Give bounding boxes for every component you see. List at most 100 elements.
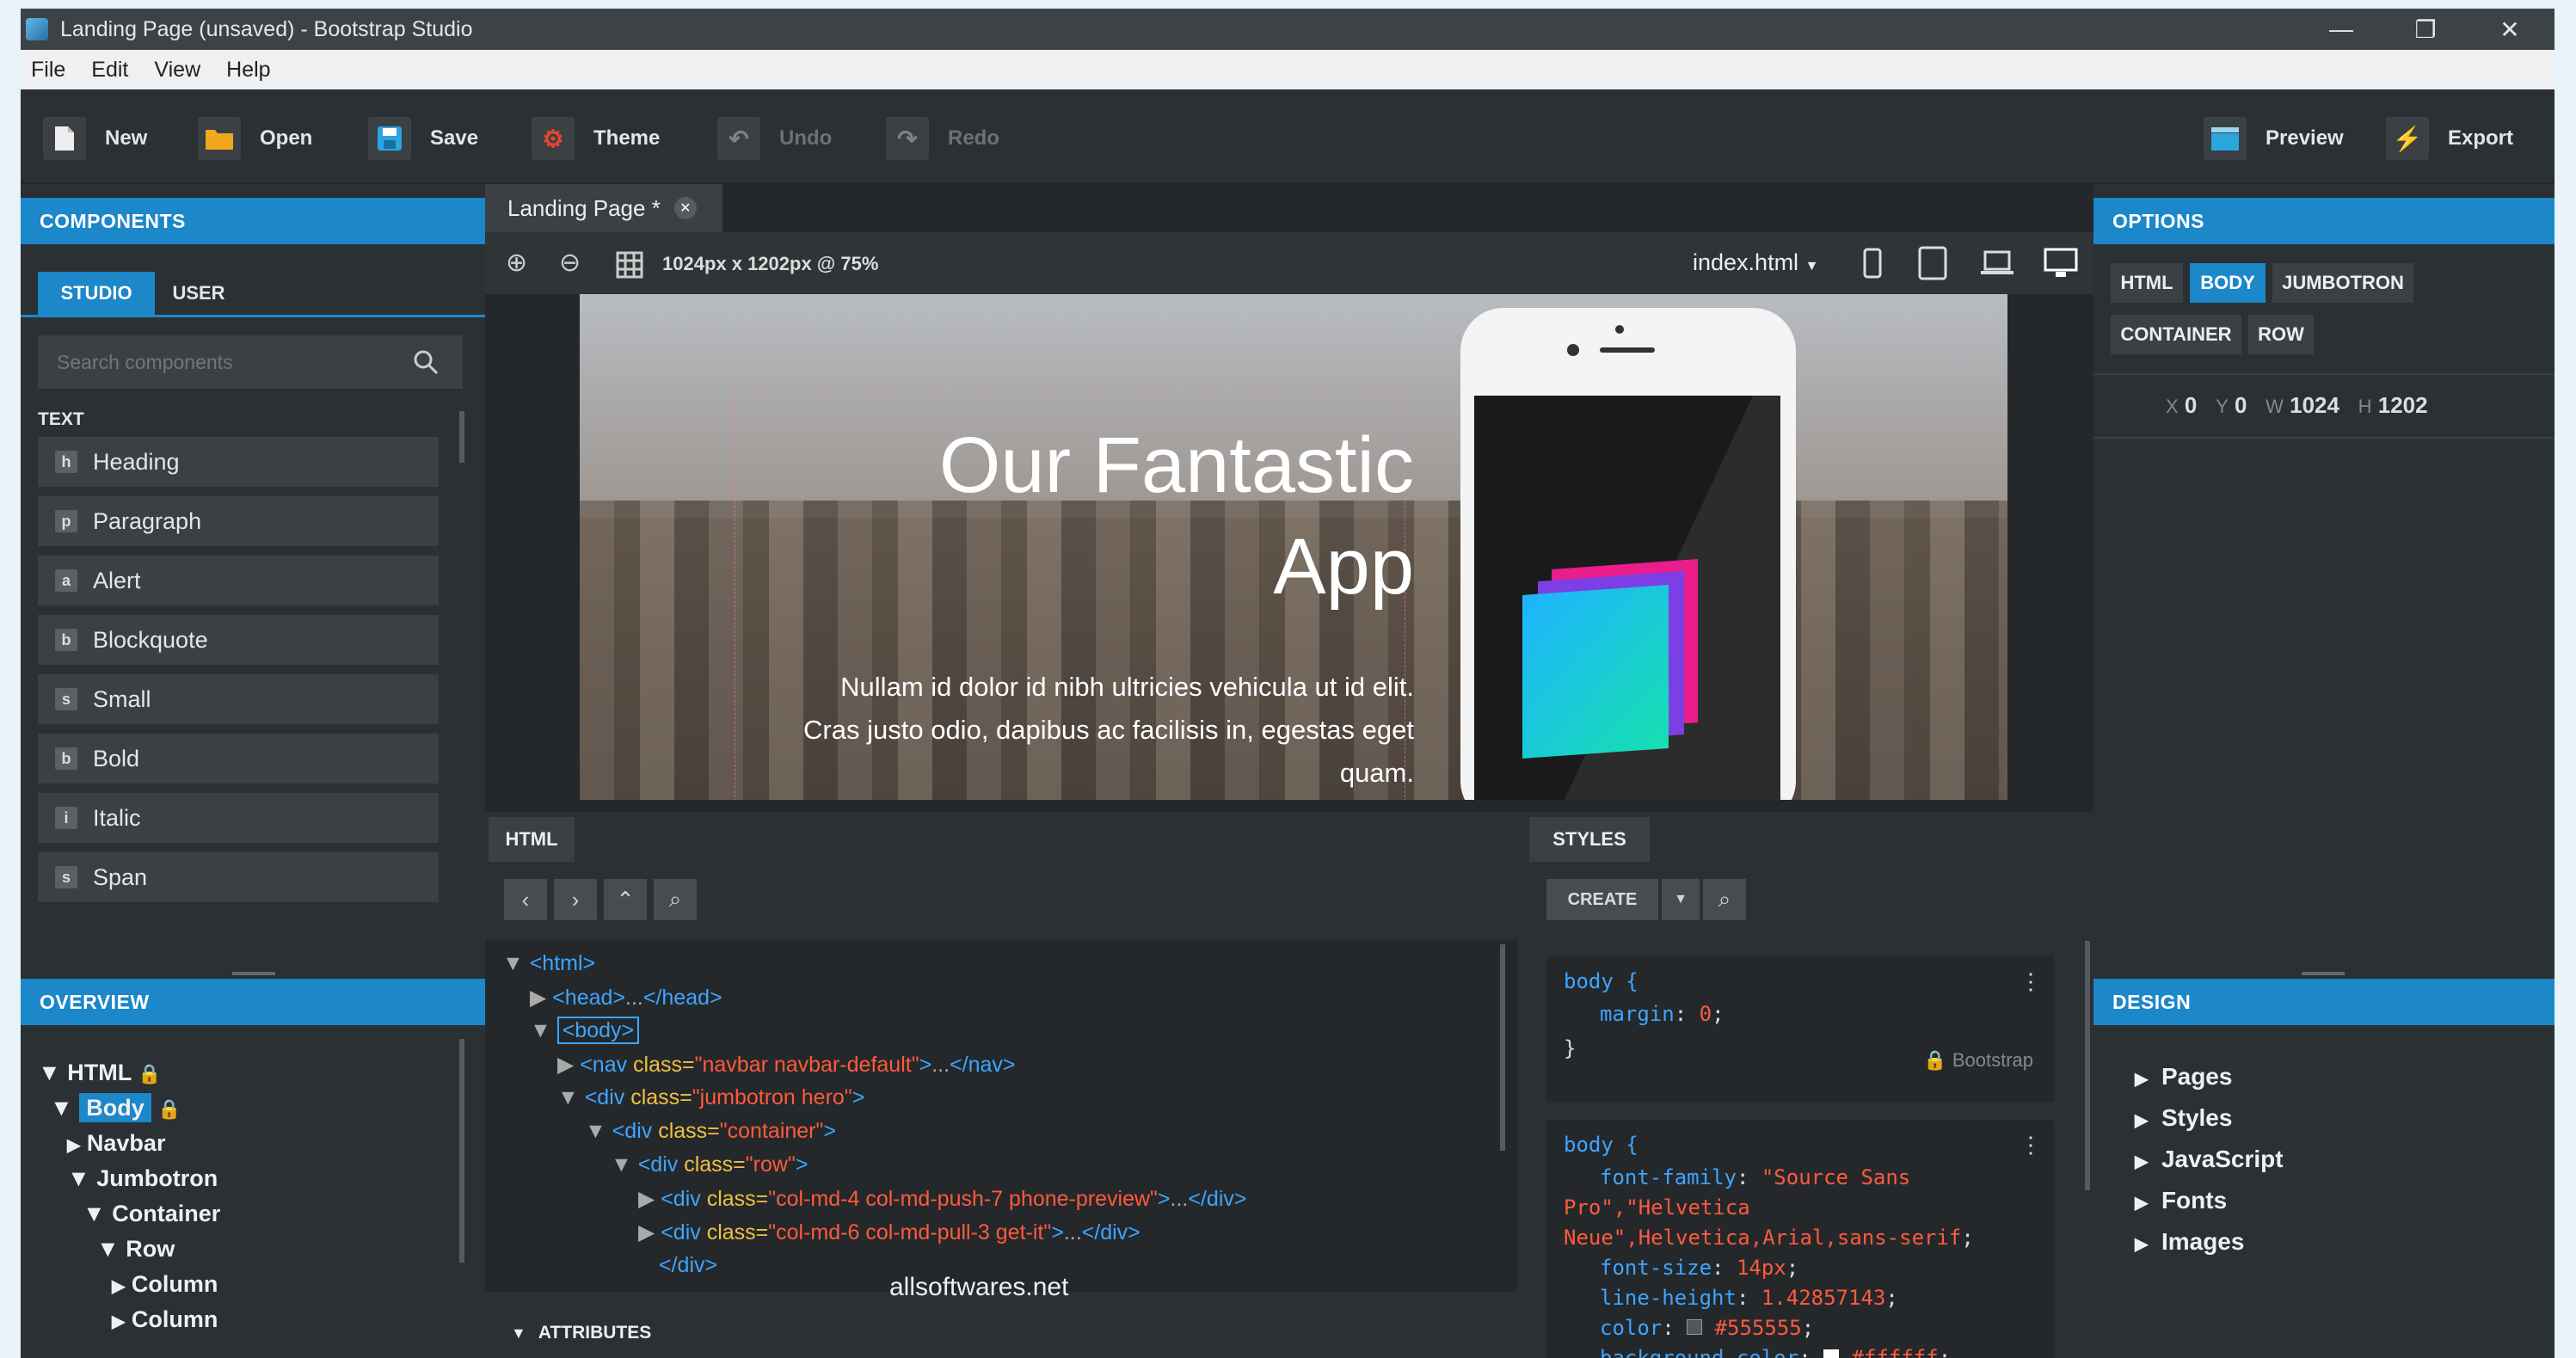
tab-user[interactable]: USER: [158, 272, 239, 315]
laptop-view-icon[interactable]: [1980, 249, 2014, 277]
expand-arrow-icon[interactable]: ▶: [2135, 1235, 2148, 1254]
undo-button[interactable]: ↶ Undo: [717, 115, 832, 162]
y-value[interactable]: 0: [2235, 392, 2247, 418]
styles-panel-tab[interactable]: STYLES: [1529, 817, 1650, 862]
redo-button[interactable]: ↷ Redo: [886, 115, 999, 162]
document-tab[interactable]: Landing Page * ✕: [485, 184, 722, 232]
expand-arrow-icon[interactable]: ▼: [611, 1152, 632, 1177]
open-button-label[interactable]: Open: [260, 126, 312, 151]
tablet-view-icon[interactable]: [1918, 246, 1947, 280]
expand-arrow-icon[interactable]: ▼: [585, 1119, 606, 1143]
tree-node-column[interactable]: ▶ Column: [112, 1271, 218, 1298]
expand-arrow-icon[interactable]: ▼: [557, 1085, 579, 1109]
zoom-out-icon[interactable]: ⊖: [559, 248, 581, 278]
h-value[interactable]: 1202: [2378, 392, 2428, 418]
html-line-selected[interactable]: ▼ <body>: [530, 1017, 640, 1044]
color-swatch[interactable]: [1823, 1349, 1840, 1358]
component-small[interactable]: s Small: [38, 674, 439, 724]
component-alert[interactable]: a Alert: [38, 556, 439, 605]
expand-arrow-icon[interactable]: ▶: [530, 986, 546, 1010]
attributes-section[interactable]: ▼ ATTRIBUTES: [485, 1307, 1517, 1358]
chevron-up-icon[interactable]: ⌃: [604, 879, 647, 920]
design-item-fonts[interactable]: ▶ Fonts: [2135, 1187, 2227, 1214]
expand-arrow-icon[interactable]: ▼: [50, 1095, 73, 1121]
components-scrollbar[interactable]: [459, 411, 464, 463]
minimize-button[interactable]: —: [2300, 9, 2382, 50]
desktop-view-icon[interactable]: [2044, 248, 2078, 279]
theme-button[interactable]: ⚙ Theme: [532, 115, 660, 162]
html-line[interactable]: ▶ <head>...</head>: [530, 985, 722, 1011]
canvas-preview[interactable]: Our Fantastic App Nullam id dolor id nib…: [580, 294, 2007, 800]
expand-arrow-icon[interactable]: ▼: [38, 1060, 61, 1085]
phone-view-icon[interactable]: [1863, 248, 1882, 279]
w-value[interactable]: 1024: [2290, 392, 2339, 418]
html-panel-tab[interactable]: HTML: [489, 817, 575, 862]
expand-arrow-icon[interactable]: ▶: [2135, 1194, 2148, 1213]
save-button[interactable]: Save: [368, 115, 478, 162]
html-line[interactable]: ▶ <nav class="navbar navbar-default">...…: [557, 1052, 1015, 1078]
expand-arrow-icon[interactable]: ▶: [112, 1312, 125, 1331]
zoom-in-icon[interactable]: ⊕: [506, 248, 527, 278]
tree-node-container[interactable]: ▼ Container: [83, 1201, 220, 1227]
tree-node-html[interactable]: ▼ HTML 🔒: [38, 1060, 162, 1086]
expand-arrow-icon[interactable]: ▶: [638, 1220, 655, 1244]
new-button[interactable]: New: [43, 115, 147, 162]
expand-arrow-icon[interactable]: ▶: [2135, 1111, 2148, 1130]
html-line[interactable]: ▶ <div class="col-md-6 col-md-pull-3 get…: [638, 1220, 1140, 1245]
html-line[interactable]: ▶ <div class="col-md-4 col-md-push-7 pho…: [638, 1186, 1246, 1212]
expand-arrow-icon[interactable]: ▶: [67, 1136, 80, 1155]
menu-file[interactable]: File: [31, 58, 65, 83]
expand-arrow-icon[interactable]: ▼: [96, 1236, 120, 1262]
html-line[interactable]: ▼ <div class="jumbotron hero">: [557, 1085, 864, 1110]
breadcrumb-container[interactable]: CONTAINER: [2111, 315, 2241, 354]
html-line[interactable]: </div>: [659, 1253, 717, 1278]
breadcrumb-body[interactable]: BODY: [2190, 263, 2266, 303]
search-icon[interactable]: ⌕: [654, 879, 697, 920]
design-item-javascript[interactable]: ▶ JavaScript: [2135, 1146, 2284, 1173]
css-rule-bootstrap[interactable]: body { margin: 0; } ⋮ 🔒 Bootstrap: [1546, 956, 2054, 1103]
design-item-images[interactable]: ▶ Images: [2135, 1228, 2244, 1256]
tree-node-jumbotron[interactable]: ▼ Jumbotron: [67, 1165, 218, 1192]
preview-button[interactable]: Preview: [2204, 115, 2344, 162]
html-line[interactable]: ▼ <div class="container">: [585, 1119, 836, 1144]
css-rule-custom[interactable]: body { ⋮ font-family: "Source Sans Pro",…: [1546, 1120, 2054, 1358]
tree-node-row[interactable]: ▼ Row: [96, 1236, 175, 1263]
breadcrumb-html[interactable]: HTML: [2111, 263, 2183, 303]
expand-arrow-icon[interactable]: ▼: [502, 951, 524, 975]
expand-arrow-icon[interactable]: ▼: [530, 1018, 551, 1042]
chevron-down-icon[interactable]: ▼: [1662, 879, 1700, 920]
expand-arrow-icon[interactable]: ▶: [557, 1053, 574, 1077]
restore-button[interactable]: ❐: [2384, 9, 2467, 50]
open-button[interactable]: Open: [198, 115, 312, 162]
html-line[interactable]: ▼ <div class="row">: [611, 1152, 808, 1177]
breadcrumb-jumbotron[interactable]: JUMBOTRON: [2272, 263, 2413, 303]
tree-node-navbar[interactable]: ▶ Navbar: [67, 1130, 165, 1157]
design-item-pages[interactable]: ▶ Pages: [2135, 1063, 2232, 1091]
collapse-arrow-icon[interactable]: ▼: [511, 1324, 526, 1343]
breadcrumb-row[interactable]: ROW: [2248, 315, 2314, 354]
tab-studio[interactable]: STUDIO: [38, 272, 155, 315]
search-components-input[interactable]: [57, 350, 401, 374]
resize-handle[interactable]: [2302, 972, 2345, 975]
more-vertical-icon[interactable]: ⋮: [2020, 968, 2042, 995]
back-icon[interactable]: ‹: [504, 879, 547, 920]
styles-scrollbar[interactable]: [2085, 941, 2090, 1190]
search-box[interactable]: [38, 335, 463, 389]
component-paragraph[interactable]: p Paragraph: [38, 496, 439, 546]
tree-node-body[interactable]: ▼ Body 🔒: [50, 1093, 181, 1122]
html-scrollbar[interactable]: [1500, 944, 1505, 1151]
menu-view[interactable]: View: [154, 58, 200, 83]
component-blockquote[interactable]: b Blockquote: [38, 615, 439, 665]
expand-arrow-icon[interactable]: ▶: [2135, 1070, 2148, 1089]
more-vertical-icon[interactable]: ⋮: [2020, 1132, 2042, 1158]
page-select[interactable]: index.html ▼: [1693, 249, 1818, 276]
close-button[interactable]: ✕: [2468, 9, 2551, 50]
design-item-styles[interactable]: ▶ Styles: [2135, 1104, 2232, 1132]
resize-handle[interactable]: [232, 972, 275, 975]
expand-arrow-icon[interactable]: ▼: [83, 1201, 106, 1226]
expand-arrow-icon[interactable]: ▼: [67, 1165, 90, 1191]
hero-title[interactable]: Our Fantastic App: [855, 415, 1414, 618]
close-tab-icon[interactable]: ✕: [673, 197, 697, 219]
component-italic[interactable]: i Italic: [38, 793, 439, 843]
x-value[interactable]: 0: [2185, 392, 2197, 418]
